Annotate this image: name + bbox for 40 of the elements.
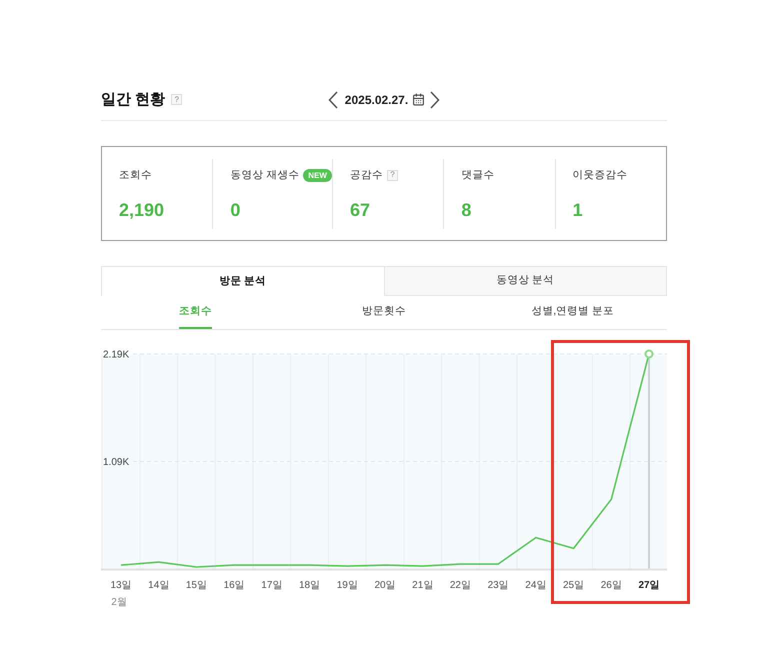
stat-value: 8 <box>461 198 472 220</box>
x-tick-label: 14일 <box>148 580 170 591</box>
month-label: 2월 <box>111 597 127 608</box>
x-tick-label: 20일 <box>374 580 396 591</box>
x-tick-label: 15일 <box>186 580 207 591</box>
stat-value: 67 <box>350 198 371 220</box>
stat-label: 공감수 <box>350 168 383 182</box>
x-tick-label: 21일 <box>412 580 434 591</box>
subtab[interactable]: 방문횟수 <box>362 296 406 329</box>
x-tick-label: 13일 <box>110 580 132 591</box>
stat-label: 댓글수 <box>461 168 494 182</box>
date-label: 2025.02.27. <box>344 92 408 108</box>
y-tick-label: 1.09K <box>103 457 130 468</box>
x-tick-label: 23일 <box>488 580 509 591</box>
chevron-right-icon <box>430 90 440 108</box>
x-tick-label: 22일 <box>450 580 471 591</box>
x-tick-label: 16일 <box>224 580 245 591</box>
stat-label: 조회수 <box>119 168 152 182</box>
x-tick-label: 25일 <box>563 580 584 591</box>
calendar-icon[interactable] <box>412 93 426 106</box>
subtab[interactable]: 성별,연령별 분포 <box>531 296 614 329</box>
stat-value: 2,190 <box>119 198 166 220</box>
x-tick-label: 19일 <box>336 580 358 591</box>
x-tick-label: 27일 <box>638 580 660 591</box>
stat-label: 이웃증감수 <box>572 168 628 182</box>
x-tick-label: 26일 <box>600 580 622 591</box>
new-badge: NEW <box>303 168 332 182</box>
previous-day-button[interactable] <box>326 90 339 108</box>
section-title: 일간 현황 <box>101 90 166 110</box>
next-day-button[interactable] <box>429 90 442 108</box>
chevron-left-icon <box>328 90 338 108</box>
x-tick-label: 18일 <box>299 580 320 591</box>
y-tick-label: 2.19K <box>103 350 130 360</box>
tab[interactable]: 방문 분석 <box>101 266 384 296</box>
x-tick-label: 24일 <box>525 580 546 591</box>
x-tick-label: 17일 <box>261 580 282 591</box>
stat-value: 0 <box>230 198 242 220</box>
stat-value: 1 <box>572 198 584 220</box>
tab[interactable]: 동영상 분석 <box>384 266 667 296</box>
stat-label: 동영상 재생수 <box>230 168 300 182</box>
